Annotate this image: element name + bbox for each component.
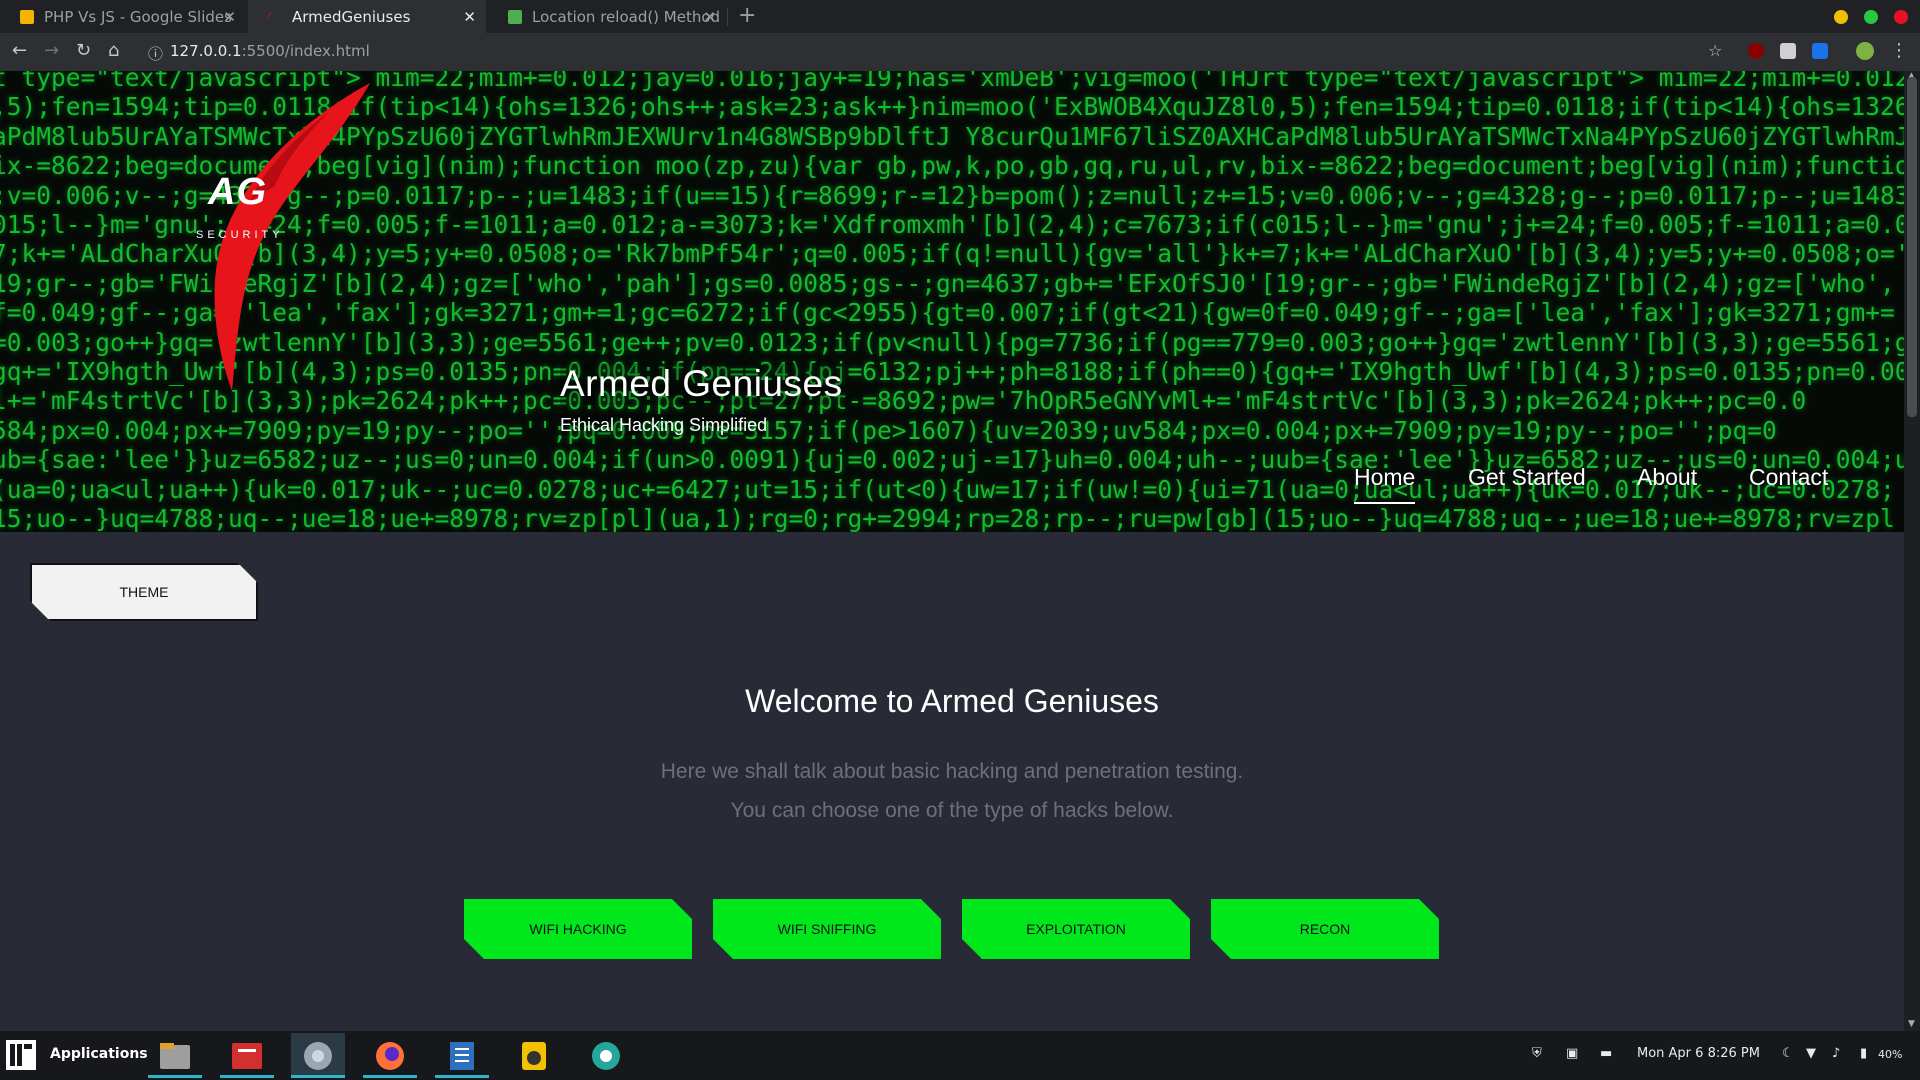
tab-location-reload[interactable]: Location reload() Method ✕ — [488, 0, 726, 33]
nav-contact[interactable]: Contact — [1749, 464, 1828, 504]
tab-title: ArmedGeniuses — [292, 7, 411, 26]
scroll-down-arrow-icon[interactable]: ▼ — [1908, 1019, 1915, 1029]
volume-icon[interactable]: ♪ — [1832, 1046, 1840, 1061]
info-icon[interactable]: ⓘ — [148, 43, 163, 64]
extension-icon[interactable] — [1780, 43, 1796, 59]
bookmark-star-icon[interactable]: ☆ — [1708, 41, 1722, 60]
button-label: RECON — [1299, 921, 1351, 937]
close-window-icon[interactable] — [1894, 10, 1908, 24]
web-page: t type="text/javascript"> mim=22;mim+=0.… — [0, 71, 1904, 1031]
w3schools-icon — [508, 9, 522, 24]
battery-icon[interactable]: ▮ — [1860, 1046, 1867, 1061]
logo-subtext: SECURITY — [196, 229, 284, 241]
reload-icon[interactable]: ↻ — [76, 40, 91, 61]
close-icon[interactable]: ✕ — [463, 8, 476, 26]
tab-title: Location reload() Method — [532, 7, 721, 26]
google-slides-icon — [20, 9, 34, 24]
home-icon[interactable]: ⌂ — [108, 40, 119, 61]
exploitation-button[interactable]: EXPLOITATION — [962, 899, 1190, 959]
new-tab-icon[interactable]: + — [738, 3, 756, 28]
button-label: WIFI SNIFFING — [777, 921, 877, 937]
music-player-taskbar-icon[interactable] — [507, 1033, 561, 1078]
wifi-hacking-button[interactable]: WIFI HACKING — [464, 899, 692, 959]
firefox-taskbar-icon[interactable] — [363, 1033, 417, 1078]
close-icon[interactable]: ✕ — [703, 8, 716, 26]
maximize-icon[interactable] — [1864, 10, 1878, 24]
screenshot-tool-taskbar-icon[interactable] — [579, 1033, 633, 1078]
url-host: 127.0.0.1 — [170, 42, 242, 60]
description-line-2: You can choose one of the type of hacks … — [730, 799, 1174, 822]
image-icon[interactable]: ▣ — [1566, 1046, 1578, 1061]
address-bar[interactable]: 127.0.0.1:5500/index.html — [170, 42, 370, 60]
text-editor-taskbar-icon[interactable] — [435, 1033, 489, 1078]
back-arrow-icon[interactable]: ← — [12, 40, 27, 61]
applications-menu-icon[interactable] — [6, 1040, 36, 1070]
file-manager-taskbar-icon[interactable] — [148, 1033, 202, 1078]
scrollbar-thumb[interactable] — [1907, 77, 1917, 417]
nav-home[interactable]: Home — [1354, 464, 1416, 504]
button-label: WIFI HACKING — [529, 921, 627, 937]
wifi-sniffing-button[interactable]: WIFI SNIFFING — [713, 899, 941, 959]
theme-button[interactable]: THEME — [30, 563, 258, 621]
chrome-taskbar-icon[interactable] — [291, 1033, 345, 1078]
ublock-extension-icon[interactable] — [1748, 43, 1764, 59]
nav-about[interactable]: About — [1637, 464, 1697, 504]
tab-google-slides[interactable]: PHP Vs JS - Google Slides ✕ — [0, 0, 246, 33]
recon-button[interactable]: RECON — [1211, 899, 1439, 959]
description-line-1: Here we shall talk about basic hacking a… — [660, 760, 1244, 783]
menu-kebab-icon[interactable]: ⋮ — [1890, 40, 1908, 61]
battery-percentage: 40% — [1878, 1048, 1903, 1061]
minimize-icon[interactable] — [1834, 10, 1848, 24]
hero-banner: t type="text/javascript"> mim=22;mim+=0.… — [0, 71, 1904, 532]
clock-datetime[interactable]: Mon Apr 6 8:26 PM — [1637, 1046, 1760, 1061]
page-scrollbar[interactable]: ▲ ▼ — [1904, 71, 1920, 1031]
tab-separator — [727, 8, 728, 26]
extension-s-icon[interactable] — [1812, 43, 1828, 59]
profile-avatar[interactable] — [1856, 42, 1874, 60]
night-mode-icon[interactable]: ☾ — [1782, 1046, 1794, 1061]
nav-get-started[interactable]: Get Started — [1468, 464, 1586, 504]
logo-text: AG — [208, 171, 267, 213]
tab-title: PHP Vs JS - Google Slides — [44, 7, 232, 26]
browser-toolbar: ← → ↻ ⌂ ⓘ 127.0.0.1:5500/index.html ☆ ⋮ — [0, 33, 1920, 71]
close-icon[interactable]: ✕ — [223, 8, 236, 26]
welcome-heading: Welcome to Armed Geniuses — [745, 683, 1159, 719]
theme-button-label: THEME — [119, 584, 169, 600]
tab-armedgeniuses[interactable]: ⁄ ArmedGeniuses ✕ — [248, 0, 486, 33]
site-tagline: Ethical Hacking Simplified — [560, 415, 768, 436]
applications-label[interactable]: Applications — [50, 1046, 148, 1062]
site-title: Armed Geniuses — [560, 363, 843, 405]
wifi-icon[interactable]: ▼ — [1806, 1046, 1816, 1061]
chat-icon[interactable]: ▬ — [1600, 1046, 1612, 1061]
os-taskbar: Applications ⛨ ▣ ▬ Mon Apr 6 8:26 PM ☾ ▼… — [0, 1031, 1920, 1080]
url-path: :5500/index.html — [241, 42, 370, 60]
browser-tab-bar: PHP Vs JS - Google Slides ✕ ⁄ ArmedGeniu… — [0, 0, 1920, 33]
button-label: EXPLOITATION — [1026, 921, 1126, 937]
shield-icon[interactable]: ⛨ — [1532, 1046, 1542, 1061]
presentation-app-taskbar-icon[interactable] — [220, 1033, 274, 1078]
forward-arrow-icon[interactable]: → — [44, 40, 59, 61]
armedgeniuses-favicon: ⁄ — [268, 10, 270, 22]
